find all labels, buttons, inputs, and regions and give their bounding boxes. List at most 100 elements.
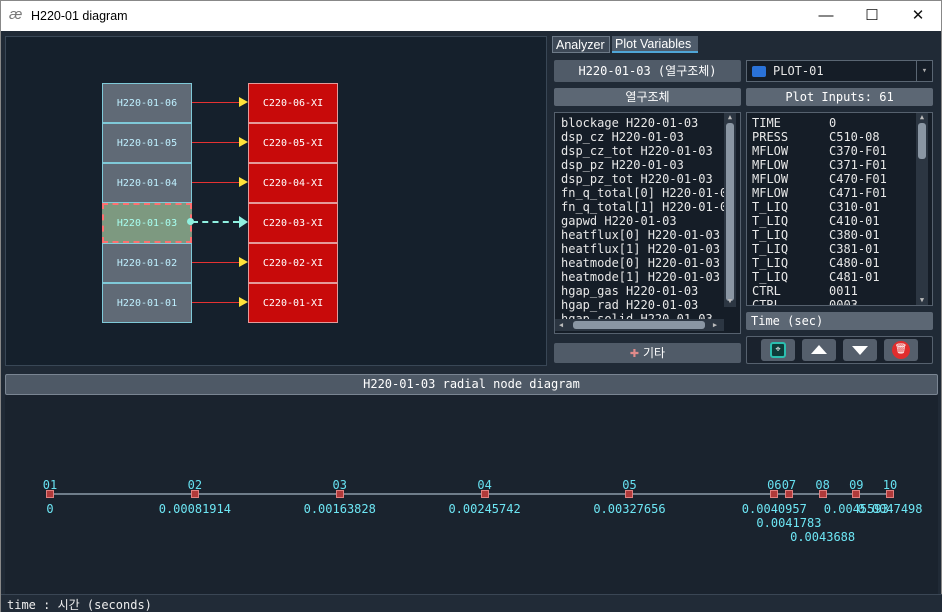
maximize-button[interactable]: ☐ (849, 1, 895, 31)
time-unit-label[interactable]: Time (sec) (746, 312, 933, 330)
variable-list-item[interactable]: heatmode[1] H220-01-03 (561, 270, 720, 284)
move-up-button[interactable] (802, 339, 836, 361)
close-button[interactable]: ✕ (895, 1, 941, 31)
plot-input-variable[interactable]: MFLOW (752, 144, 788, 158)
status-text: time : 시간 (seconds) (7, 598, 152, 612)
arrow-down-icon (852, 346, 868, 355)
variable-list-item[interactable]: dsp_pz H220-01-03 (561, 158, 684, 172)
plot-input-variable[interactable]: MFLOW (752, 172, 788, 186)
component-node[interactable]: C220-02-XI (248, 243, 338, 283)
plot-input-component[interactable]: 0003 (829, 298, 858, 305)
plot-input-variable[interactable]: PRESS (752, 130, 788, 144)
hscroll-thumb[interactable] (573, 321, 705, 329)
radial-node-label: 04 (477, 478, 492, 492)
variable-list-item[interactable]: fn_q_total[1] H220-01-0 (561, 200, 727, 214)
plot-input-component[interactable]: C380-01 (829, 228, 880, 242)
plot-inputs-list[interactable]: TIME 0 PRESS C510-08 MFLOW C370-F01 MFLOW C371-… (746, 112, 933, 306)
heat-structure-node[interactable]: H220-01-06 (102, 83, 192, 123)
heat-structure-node[interactable]: H220-01-01 (102, 283, 192, 323)
variable-list-item[interactable]: dsp_cz_tot H220-01-03 (561, 144, 713, 158)
variable-list-item[interactable]: dsp_cz H220-01-03 (561, 130, 684, 144)
variable-list-item[interactable]: gapwd H220-01-03 (561, 214, 677, 228)
variable-list-item[interactable]: fn_q_total[0] H220-01-0 (561, 186, 727, 200)
variable-list-vscroll[interactable]: ▲ ▼ (724, 113, 736, 307)
variable-list-item[interactable]: heatflux[0] H220-01-03 (561, 228, 720, 242)
scroll-thumb[interactable] (726, 123, 734, 301)
radial-node-value: 0 (46, 502, 54, 516)
scroll-down-icon[interactable]: ▼ (916, 296, 928, 305)
plot-input-variable[interactable]: T_LIQ (752, 228, 788, 242)
variable-list-hscroll[interactable]: ◀ ▶ (555, 319, 724, 331)
plot-input-variable[interactable]: CTRL (752, 284, 781, 298)
plot-input-variable[interactable]: T_LIQ (752, 214, 788, 228)
heat-structure-node[interactable]: H220-01-04 (102, 163, 192, 203)
variable-list-item[interactable]: hgap_gas H220-01-03 (561, 284, 698, 298)
component-node[interactable]: C220-01-XI (248, 283, 338, 323)
plot-input-component[interactable]: C470-F01 (829, 172, 887, 186)
variable-list-item[interactable]: dsp_pz_tot H220-01-03 (561, 172, 713, 186)
plot-select-combo[interactable]: PLOT-01 ▾ (746, 60, 933, 82)
plot-input-variable[interactable]: T_LIQ (752, 270, 788, 284)
delete-button[interactable]: 🗑 (884, 339, 918, 361)
scroll-left-icon[interactable]: ◀ (557, 321, 565, 330)
variable-list-item[interactable]: heatmode[0] H220-01-03 (561, 256, 720, 270)
plot-input-component[interactable]: C410-01 (829, 214, 880, 228)
plot-input-variable[interactable]: T_LIQ (752, 200, 788, 214)
radial-node-value: 0.0041783 (756, 516, 822, 530)
scroll-thumb[interactable] (918, 123, 926, 159)
category-header: 열구조체 (554, 88, 741, 106)
scroll-right-icon[interactable]: ▶ (711, 321, 719, 330)
heat-structure-node[interactable]: H220-01-02 (102, 243, 192, 283)
variable-list-item[interactable]: heatflux[1] H220-01-03 (561, 242, 720, 256)
connection-handle[interactable] (187, 218, 194, 225)
heat-structure-node[interactable]: H220-01-03 (102, 203, 192, 243)
radial-node-value: 0.00327656 (593, 502, 666, 516)
plot-input-component[interactable]: C371-F01 (829, 158, 887, 172)
scroll-down-icon[interactable]: ▼ (724, 297, 736, 306)
radial-node-label: 10 (882, 478, 898, 492)
pin-button[interactable]: ⌖ (761, 339, 795, 361)
component-node[interactable]: C220-05-XI (248, 123, 338, 163)
scroll-up-icon[interactable]: ▲ (916, 113, 928, 122)
variable-list-item[interactable]: hgap_rad H220-01-03 (561, 298, 698, 312)
other-button[interactable]: ✚ 기타 (554, 343, 741, 363)
radial-node-label: 08 (815, 478, 830, 492)
scroll-up-icon[interactable]: ▲ (724, 113, 736, 122)
plot-input-component[interactable]: C370-F01 (829, 144, 887, 158)
chevron-down-icon[interactable]: ▾ (916, 61, 932, 81)
plot-input-component[interactable]: 0011 (829, 284, 858, 298)
plot-input-variable[interactable]: T_LIQ (752, 242, 788, 256)
heat-structure-select-button[interactable]: H220-01-03 (열구조체) (554, 60, 741, 82)
tab-analyzer[interactable]: Analyzer (552, 36, 610, 53)
component-node[interactable]: C220-06-XI (248, 83, 338, 123)
plot-input-component[interactable]: C481-01 (829, 270, 880, 284)
ae-logo-icon: æ (9, 6, 23, 23)
heat-structure-node[interactable]: H220-01-05 (102, 123, 192, 163)
move-down-button[interactable] (843, 339, 877, 361)
plot-input-variable[interactable]: CTRL (752, 298, 781, 305)
component-node[interactable]: C220-04-XI (248, 163, 338, 203)
variable-list[interactable]: blockage H220-01-03 dsp_cz H220-01-03 dsp_… (554, 112, 741, 334)
plot-inputs-vscroll[interactable]: ▲ ▼ (916, 113, 928, 305)
connection-line (192, 262, 239, 263)
plot-input-component[interactable]: C471-F01 (829, 186, 887, 200)
variable-list-item[interactable]: blockage H220-01-03 (561, 116, 698, 130)
plot-input-component[interactable]: C381-01 (829, 242, 880, 256)
plot-input-component[interactable]: 0 (829, 116, 836, 130)
tab-plot-variables[interactable]: Plot Variables (612, 36, 698, 53)
radial-node-label: 02 (187, 478, 203, 492)
component-node[interactable]: C220-03-XI (248, 203, 338, 243)
plot-input-variable[interactable]: T_LIQ (752, 256, 788, 270)
radial-axis-line (50, 493, 891, 495)
window-title: H220-01 diagram (31, 9, 128, 23)
status-bar: time : 시간 (seconds) (0, 594, 942, 612)
plot-input-variable[interactable]: TIME (752, 116, 781, 130)
plot-input-component[interactable]: C310-01 (829, 200, 880, 214)
radial-node-value: 0.0047498 (857, 502, 923, 516)
plot-input-variable[interactable]: MFLOW (752, 158, 788, 172)
radial-node-value: 0.00245742 (448, 502, 521, 516)
plot-input-variable[interactable]: MFLOW (752, 186, 788, 200)
plot-input-component[interactable]: C480-01 (829, 256, 880, 270)
minimize-button[interactable]: — (803, 1, 849, 31)
plot-input-component[interactable]: C510-08 (829, 130, 880, 144)
